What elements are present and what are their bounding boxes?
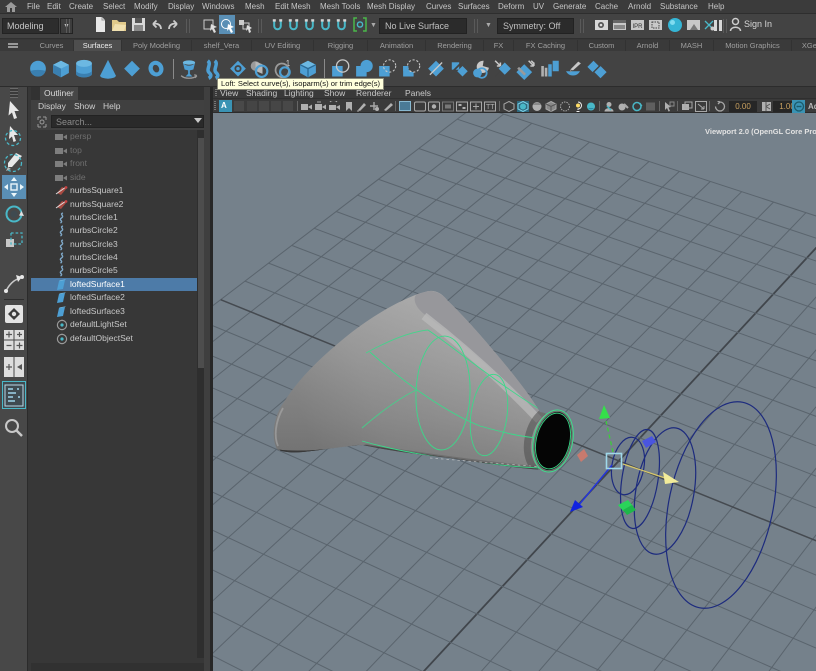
svg-text:Viewport 2.0 (OpenGL Core Prof: Viewport 2.0 (OpenGL Core Profile) (705, 127, 816, 136)
svg-text:TT: TT (486, 104, 495, 111)
svg-text:IPR: IPR (633, 24, 644, 30)
